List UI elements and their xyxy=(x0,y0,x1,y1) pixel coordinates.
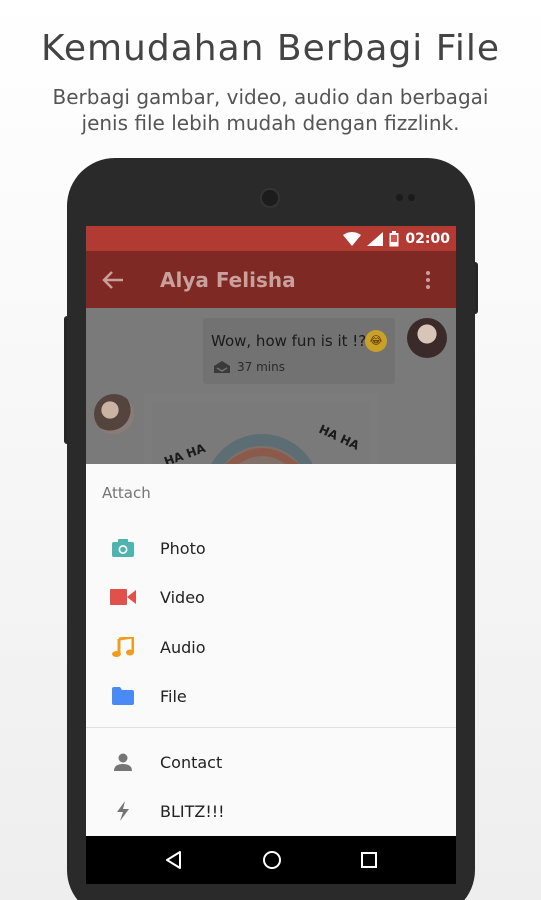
phone-screen: 02:00 Alya Felisha Wow, how fun is it !?… xyxy=(86,226,456,884)
attach-option-label: Photo xyxy=(160,538,206,558)
promo-subtitle: Berbagi gambar, video, audio dan berbaga… xyxy=(30,84,511,136)
attach-option-label: BLITZ!!! xyxy=(160,801,225,821)
nav-back-icon[interactable] xyxy=(165,851,183,869)
outgoing-message-bubble[interactable]: Wow, how fun is it !? 😂 37 mins xyxy=(203,318,395,384)
svg-text:HA HA: HA HA xyxy=(317,422,362,453)
attach-option-label: Contact xyxy=(160,752,223,772)
person-icon xyxy=(86,753,160,771)
attach-option-label: Video xyxy=(160,587,205,607)
navigation-bar xyxy=(86,836,456,884)
battery-icon xyxy=(389,230,399,246)
more-options-icon[interactable] xyxy=(408,251,448,308)
status-time: 02:00 xyxy=(405,230,450,247)
attach-photo-option[interactable]: Photo xyxy=(86,523,456,573)
message-meta: 37 mins xyxy=(213,360,285,374)
sensor-dot xyxy=(408,194,415,201)
attach-blitz-option[interactable]: BLITZ!!! xyxy=(86,786,456,836)
wifi-icon xyxy=(343,231,362,246)
attach-bottom-sheet: Attach Photo Video Audio File Contact BL… xyxy=(86,464,456,836)
attach-video-option[interactable]: Video xyxy=(86,572,456,622)
folder-icon xyxy=(86,687,160,705)
promo-title: Kemudahan Berbagi File xyxy=(41,28,500,69)
attach-option-label: File xyxy=(160,686,187,706)
message-time: 37 mins xyxy=(237,360,285,374)
sensor-dot xyxy=(396,194,403,201)
music-note-icon xyxy=(86,637,160,657)
read-receipt-icon xyxy=(214,361,230,373)
attach-file-option[interactable]: File xyxy=(86,671,456,721)
attach-option-label: Audio xyxy=(160,637,206,657)
status-bar: 02:00 xyxy=(86,226,456,251)
lightning-icon xyxy=(86,801,160,821)
camera-icon xyxy=(86,539,160,557)
promo-subtitle-line-1: Berbagi gambar, video, audio dan berbaga… xyxy=(52,85,489,109)
attach-audio-option[interactable]: Audio xyxy=(86,622,456,672)
message-text: Wow, how fun is it !? xyxy=(211,332,367,350)
nav-home-icon[interactable] xyxy=(262,850,282,870)
front-camera xyxy=(260,188,280,208)
promo-subtitle-line-2: jenis file lebih mudah dengan fizzlink. xyxy=(81,111,460,135)
signal-icon xyxy=(367,231,384,246)
contact-avatar[interactable] xyxy=(94,394,134,434)
my-avatar[interactable] xyxy=(407,318,447,358)
laughing-emoji-icon: 😂 xyxy=(365,330,387,352)
attach-sheet-title: Attach xyxy=(102,484,151,502)
chat-area: Wow, how fun is it !? 😂 37 mins HA HA HA… xyxy=(86,308,456,492)
sheet-divider xyxy=(86,727,456,728)
incoming-sticker-bubble[interactable]: HA HA HA HA xyxy=(144,394,378,492)
conversation-title[interactable]: Alya Felisha xyxy=(160,268,408,292)
videocam-icon xyxy=(86,589,160,605)
app-bar: Alya Felisha xyxy=(86,251,456,308)
nav-recents-icon[interactable] xyxy=(360,852,377,868)
back-arrow-icon[interactable] xyxy=(88,251,138,308)
attach-contact-option[interactable]: Contact xyxy=(86,737,456,787)
